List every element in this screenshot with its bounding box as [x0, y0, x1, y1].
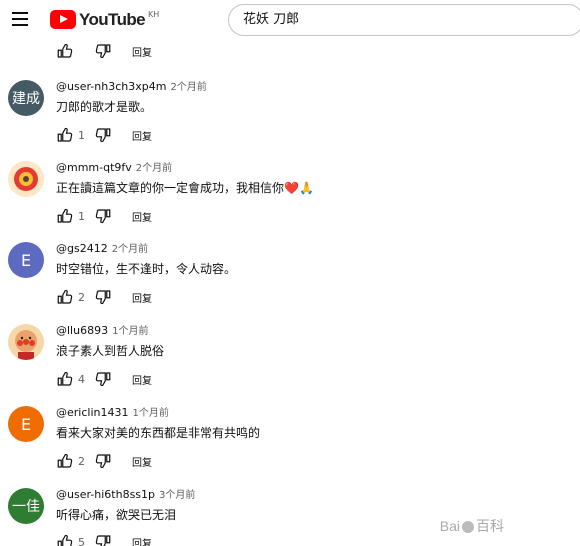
comment-header: @ericlin1431 1个月前 [56, 406, 169, 421]
avatar-badge-icon [14, 167, 38, 191]
reply-button[interactable]: 回复 [132, 454, 152, 469]
comment-time[interactable]: 1个月前 [112, 326, 148, 337]
logo-text: YouTube [79, 10, 146, 29]
comment-actions: 1 回复 [56, 206, 152, 226]
thumb-down-icon[interactable] [94, 126, 112, 144]
comment-header: @llu6893 1个月前 [56, 324, 148, 339]
comment-text: 浪子素人到哲人脱俗 [56, 344, 165, 358]
comment-actions: 回复 [56, 41, 152, 61]
reply-button[interactable]: 回复 [132, 209, 152, 224]
avatar[interactable]: E [8, 242, 44, 278]
comment-time[interactable]: 2个月前 [136, 163, 172, 174]
reply-button[interactable]: 回复 [132, 128, 152, 143]
thumb-down-icon[interactable] [94, 42, 112, 60]
thumb-up-icon[interactable] [56, 370, 74, 388]
reply-button[interactable]: 回复 [132, 535, 152, 546]
like-count: 5 [78, 535, 85, 546]
comment-author[interactable]: @user-hi6th8ss1p [56, 488, 155, 501]
cartoon-face-icon [15, 330, 37, 360]
thumb-up-icon[interactable] [56, 288, 74, 306]
comment-actions: 2 回复 [56, 451, 152, 471]
reply-button[interactable]: 回复 [132, 44, 152, 59]
avatar[interactable] [8, 324, 44, 360]
play-logo-icon [50, 10, 76, 29]
thumb-down-icon[interactable] [94, 370, 112, 388]
comment-time[interactable]: 3个月前 [159, 490, 195, 501]
thumb-up-icon[interactable] [56, 533, 74, 546]
comment-text: 听得心痛，欲哭已无泪 [56, 508, 177, 522]
like-count: 2 [78, 454, 85, 468]
watermark-text-left: Bai [439, 518, 460, 534]
comment-text: 正在讀這篇文章的你一定會成功，我相信你❤️🙏 [56, 181, 314, 195]
comment-author[interactable]: @gs2412 [56, 242, 108, 255]
thumb-up-icon[interactable] [56, 207, 74, 225]
comment-time[interactable]: 2个月前 [112, 244, 148, 255]
comment-actions: 4 回复 [56, 369, 152, 389]
comment-actions: 1 回复 [56, 125, 152, 145]
like-count: 1 [78, 209, 85, 223]
avatar[interactable]: E [8, 406, 44, 442]
comment-header: @user-hi6th8ss1p 3个月前 [56, 488, 195, 503]
comment-author[interactable]: @llu6893 [56, 324, 108, 337]
thumb-up-icon[interactable] [56, 42, 74, 60]
reply-button[interactable]: 回复 [132, 372, 152, 387]
thumb-up-icon[interactable] [56, 126, 74, 144]
avatar[interactable] [8, 161, 44, 197]
comment-text: 时空错位，生不逢时，令人动容。 [56, 262, 237, 276]
comment-header: @mmm-qt9fv 2个月前 [56, 161, 172, 176]
comment-actions: 5 回复 [56, 532, 152, 546]
comment-item: E @ericlin1431 1个月前 看来大家对美的东西都是非常有共鸣的 2 回… [0, 406, 580, 488]
thumb-down-icon[interactable] [94, 533, 112, 546]
comment-text: 看来大家对美的东西都是非常有共鸣的 [56, 426, 261, 440]
comment-item: E @gs2412 2个月前 时空错位，生不逢时，令人动容。 2 回复 [0, 242, 580, 324]
comment-item: @llu6893 1个月前 浪子素人到哲人脱俗 4 回复 [0, 324, 580, 406]
menu-icon[interactable] [12, 12, 28, 26]
comment-author[interactable]: @ericlin1431 [56, 406, 128, 419]
like-count: 2 [78, 290, 85, 304]
comment-author[interactable]: @user-nh3ch3xp4m [56, 80, 166, 93]
avatar[interactable]: 一佳 [8, 488, 44, 524]
comment-item: @mmm-qt9fv 2个月前 正在讀這篇文章的你一定會成功，我相信你❤️🙏 1 … [0, 161, 580, 243]
comment-actions: 2 回复 [56, 287, 152, 307]
comment-time[interactable]: 1个月前 [132, 408, 168, 419]
thumb-down-icon[interactable] [94, 288, 112, 306]
comment-item: 建成 @user-nh3ch3xp4m 2个月前 刀郎的歌才是歌。 1 回复 [0, 80, 580, 162]
country-code: KH [148, 10, 160, 19]
watermark-text-right: 百科 [476, 518, 504, 534]
paw-icon [462, 521, 474, 534]
baidu-watermark: Bai 百科 [440, 516, 504, 536]
search-input[interactable]: 花妖 刀郎 [228, 4, 580, 36]
like-count: 4 [78, 372, 85, 386]
reply-button[interactable]: 回复 [132, 290, 152, 305]
comment-author[interactable]: @mmm-qt9fv [56, 161, 132, 174]
avatar[interactable]: 建成 [8, 80, 44, 116]
top-bar: YouTube KH 花妖 刀郎 [0, 0, 580, 40]
like-count: 1 [78, 128, 85, 142]
thumb-down-icon[interactable] [94, 452, 112, 470]
comment-header: @user-nh3ch3xp4m 2个月前 [56, 80, 207, 95]
thumb-down-icon[interactable] [94, 207, 112, 225]
youtube-logo[interactable]: YouTube KH [50, 10, 159, 30]
thumb-up-icon[interactable] [56, 452, 74, 470]
comment-text: 刀郎的歌才是歌。 [56, 100, 153, 114]
comment-time[interactable]: 2个月前 [170, 82, 206, 93]
comment-header: @gs2412 2个月前 [56, 242, 148, 257]
